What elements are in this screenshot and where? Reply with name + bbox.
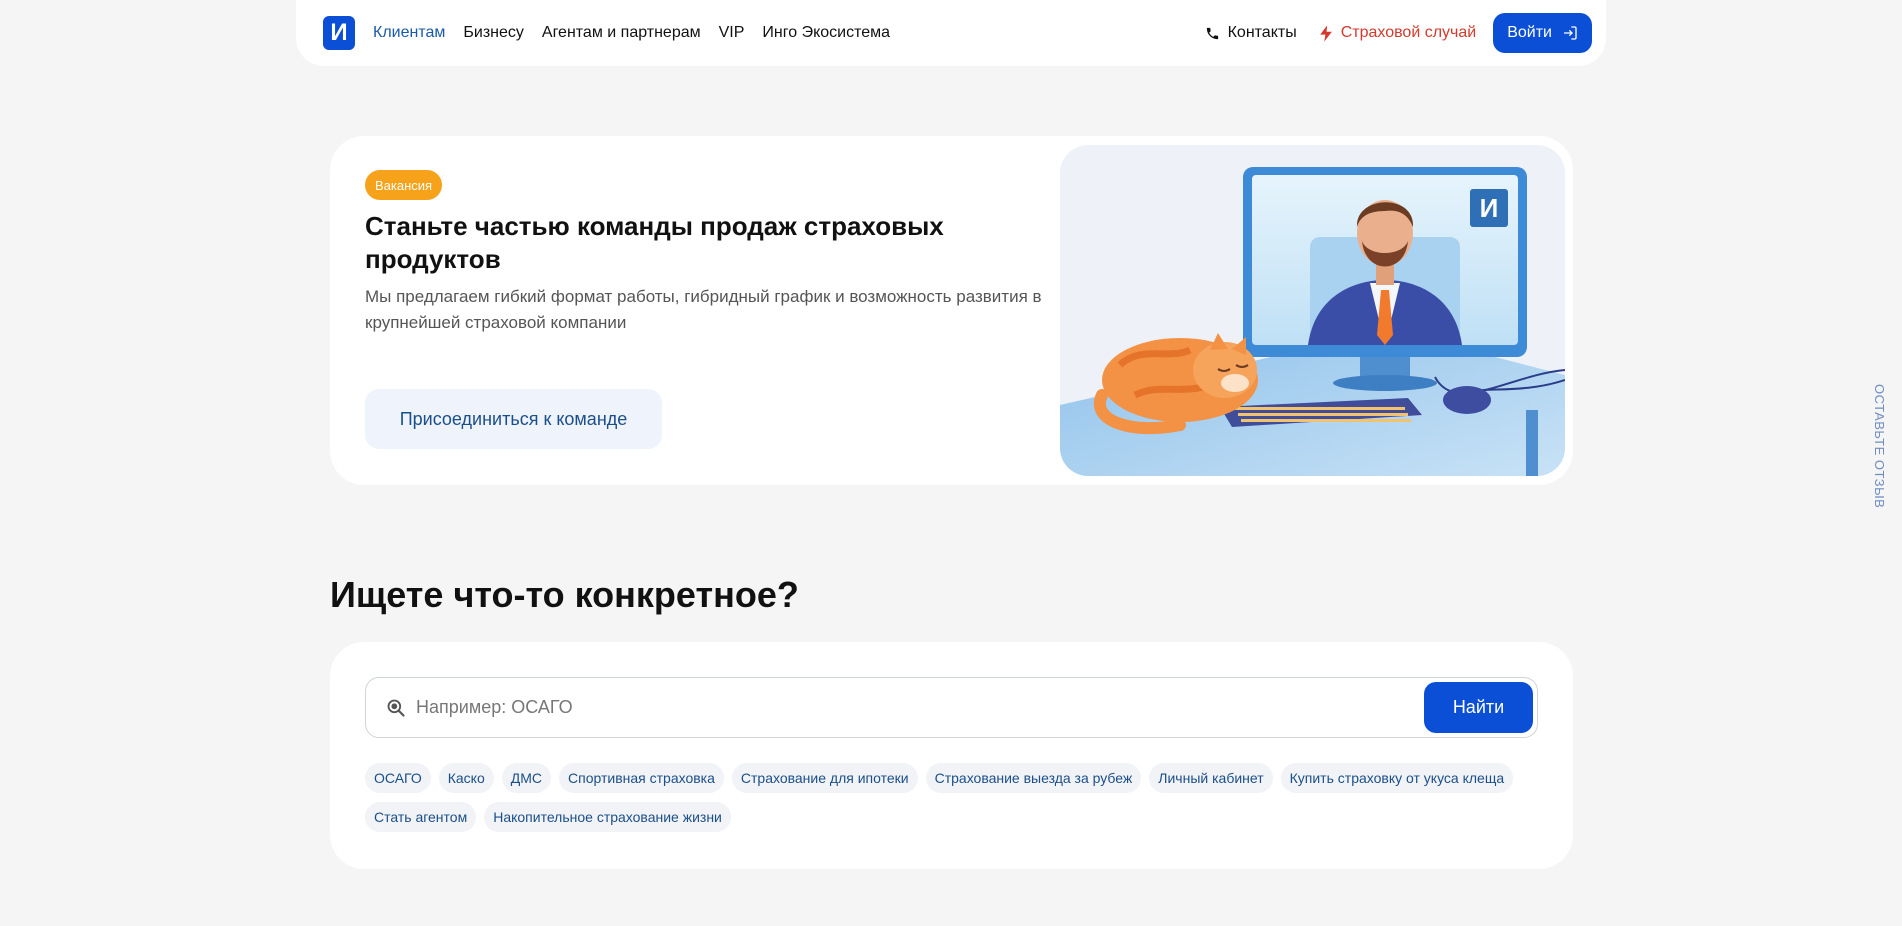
nav-link-agents[interactable]: Агентам и партнерам (542, 24, 701, 42)
lightning-icon (1319, 24, 1332, 42)
banner-subtitle: Мы предлагаем гибкий формат работы, гибр… (365, 287, 1042, 332)
vacancy-badge: Вакансия (365, 170, 443, 200)
suggestion-chip[interactable]: Каско (438, 763, 494, 793)
claim-label: Страховой случай (1340, 24, 1477, 41)
suggestion-chip[interactable]: Личный кабинет (1149, 763, 1273, 793)
nav-link-business[interactable]: Бизнесу (463, 24, 524, 42)
ingo-logo[interactable]: И (323, 16, 355, 50)
login-icon (1564, 26, 1577, 40)
suggestion-chip[interactable]: Купить страховку от укуса клеща (1280, 763, 1514, 793)
suggestion-chip[interactable]: ОСАГО (365, 763, 431, 793)
suggestion-chip[interactable]: Накопительное страхование жизни (484, 802, 731, 832)
suggestion-chip[interactable]: Стать агентом (365, 802, 477, 832)
login-label: Войти (1507, 24, 1552, 41)
top-navbar: И Клиентам Бизнесу Агентам и партнерам V… (296, 0, 1606, 66)
nav-link-clients[interactable]: Клиентам (373, 24, 445, 42)
search-card: Найти ОСАГО Каско ДМС Спортивная страхов… (330, 642, 1573, 869)
nav-link-ecosystem[interactable]: Инго Экосистема (762, 24, 890, 42)
login-button[interactable]: Войти (1493, 13, 1592, 53)
office-illustration: И (1060, 145, 1565, 476)
suggestion-chip[interactable]: Страхование выезда за рубеж (925, 763, 1142, 793)
search-input[interactable] (416, 697, 1424, 718)
feedback-tab[interactable]: ОСТАВЬТЕ ОТЗЫВ (1872, 384, 1887, 508)
suggestion-chip[interactable]: Страхование для ипотеки (731, 763, 918, 793)
contacts-label: Контакты (1227, 24, 1297, 41)
nav-links: Клиентам Бизнесу Агентам и партнерам VIP… (373, 24, 890, 42)
screen-logo-letter: И (1480, 193, 1499, 223)
illustration-svg: И (1060, 167, 1565, 476)
join-team-button[interactable]: Присоединиться к команде (365, 389, 662, 449)
vacancy-banner: Вакансия Станьте частью команды продаж с… (330, 136, 1573, 485)
nav-right: Контакты Страховой случай Войти (1205, 13, 1592, 53)
search-button[interactable]: Найти (1424, 682, 1533, 733)
banner-title: Станьте частью команды продаж страховых … (365, 211, 944, 274)
search-box: Найти (365, 677, 1538, 738)
suggestion-chip[interactable]: ДМС (501, 763, 551, 793)
contacts-link[interactable]: Контакты (1205, 24, 1297, 42)
phone-icon (1206, 27, 1218, 39)
search-icon (386, 698, 406, 718)
search-section-title: Ищете что-то конкретное? (330, 574, 799, 615)
search-suggestions: ОСАГО Каско ДМС Спортивная страховка Стр… (365, 763, 1545, 832)
insurance-claim-link[interactable]: Страховой случай (1319, 24, 1477, 42)
suggestion-chip[interactable]: Спортивная страховка (559, 763, 724, 793)
nav-link-vip[interactable]: VIP (719, 24, 745, 42)
